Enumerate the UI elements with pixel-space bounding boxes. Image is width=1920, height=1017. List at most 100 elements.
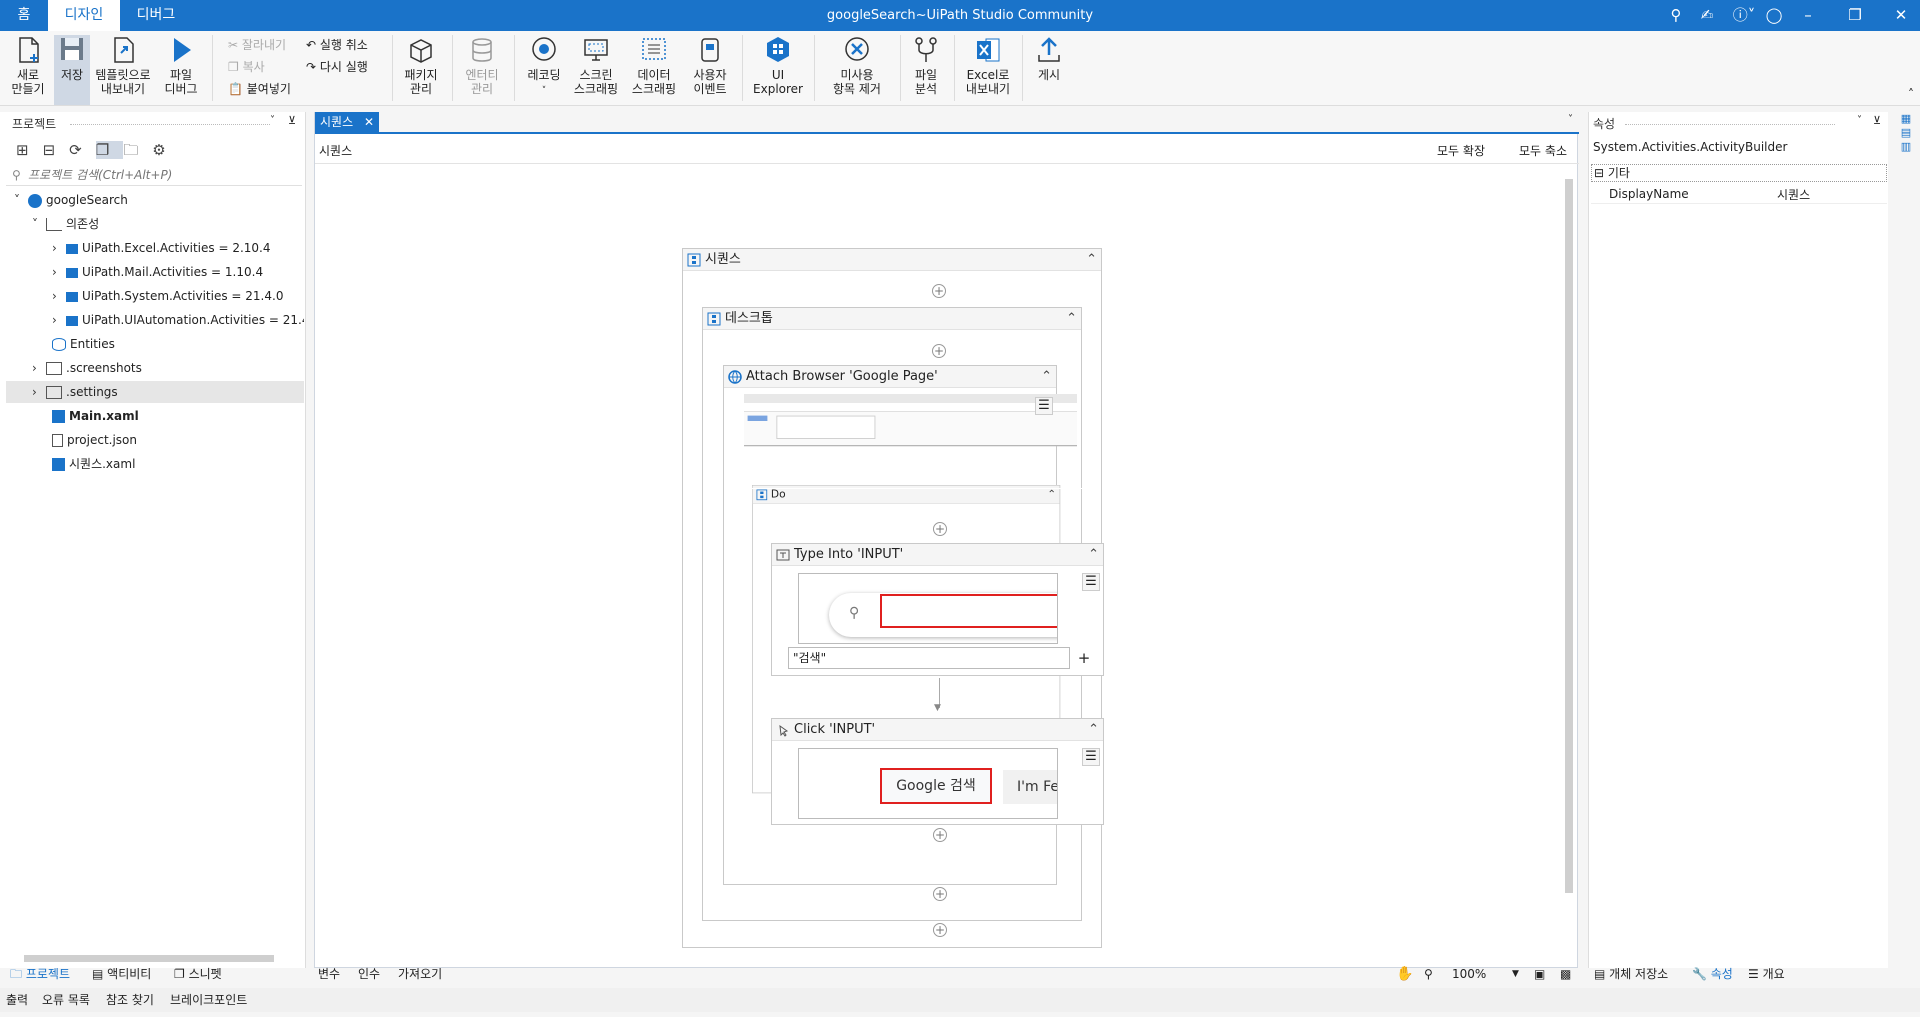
tab-object-repository[interactable]: ▤ 개체 저장소 <box>1594 962 1668 986</box>
options-menu-icon[interactable]: ☰ <box>1082 748 1100 766</box>
side-panel-icon[interactable]: ▤ <box>1896 126 1916 140</box>
settings-icon[interactable]: ⚙ <box>152 141 179 159</box>
panel-menu-icon[interactable]: ˅ <box>1857 115 1862 126</box>
ribbon-collapse-icon[interactable]: ˄ <box>1908 87 1914 101</box>
tab-outline[interactable]: ☰ 개요 <box>1748 962 1785 986</box>
side-panel-icon[interactable]: ▦ <box>1896 112 1916 126</box>
chevron-down-icon[interactable]: ˅ <box>32 213 46 235</box>
tab-debug[interactable]: 디버그 <box>120 0 192 31</box>
user-events-button[interactable]: 사용자 이벤트 <box>686 35 734 96</box>
tree-item-main[interactable]: Main.xaml <box>52 405 139 427</box>
click-activity[interactable]: Click 'INPUT' ⌃ Google 검색 I'm Fe ☰ <box>771 718 1104 825</box>
tree-root[interactable]: ˅ googleSearch <box>14 189 128 211</box>
close-button[interactable]: ✕ <box>1888 4 1914 26</box>
collapse-icon[interactable]: ⌃ <box>1041 366 1052 388</box>
doc-tab-sequence[interactable]: 시퀀스 ✕ <box>315 112 379 132</box>
folder-icon[interactable]: 🗀 <box>123 141 152 159</box>
save-button[interactable]: 저장 <box>54 35 90 105</box>
chevron-right-icon[interactable]: › <box>52 309 66 331</box>
refresh-icon[interactable]: ⟳ <box>69 141 96 159</box>
ui-explorer-button[interactable]: UI Explorer <box>750 35 806 96</box>
expand-all-button[interactable]: 모두 확장 <box>1437 142 1485 159</box>
collapse-icon[interactable]: ⌃ <box>1086 249 1097 271</box>
remove-unused-button[interactable]: 미사용 항목 제거 <box>820 35 894 96</box>
tree-dep[interactable]: › UiPath.System.Activities = 21.4.0 <box>52 285 283 307</box>
breadcrumb[interactable]: 시퀀스 <box>319 142 352 159</box>
vertical-scrollbar[interactable] <box>1563 165 1575 963</box>
property-row[interactable]: DisplayName 시퀀스 <box>1591 184 1887 204</box>
project-search[interactable]: ⚲ <box>6 166 302 186</box>
expand-icon[interactable]: ⊞ <box>16 141 43 159</box>
chevron-right-icon[interactable]: › <box>32 357 46 379</box>
tree-item-entities[interactable]: Entities <box>52 333 115 355</box>
add-activity-icon[interactable]: + <box>932 284 946 298</box>
minimize-button[interactable]: – <box>1795 4 1821 26</box>
tab-properties[interactable]: 🔧 속성 <box>1692 962 1733 986</box>
add-activity-icon[interactable]: + <box>933 887 947 901</box>
tree-item-screenshots[interactable]: › .screenshots <box>32 357 142 379</box>
restore-button[interactable]: ❐ <box>1842 4 1868 26</box>
overview-icon[interactable]: ▩ <box>1560 962 1571 986</box>
close-icon[interactable]: ✕ <box>364 112 374 132</box>
scrollbar-thumb[interactable] <box>1565 179 1573 893</box>
plus-icon[interactable]: + <box>1075 649 1093 667</box>
zoom-icon[interactable]: ⚲ <box>1424 962 1433 986</box>
add-activity-icon[interactable]: + <box>932 344 946 358</box>
undo-button[interactable]: ↶ 실행 취소 <box>306 35 368 55</box>
type-into-activity[interactable]: Type Into 'INPUT' ⌃ ⚲ ☰ "검색" + <box>771 543 1104 676</box>
zoom-level[interactable]: 100% <box>1452 962 1486 986</box>
help-icon[interactable]: ⓘ˅ <box>1727 4 1761 26</box>
export-excel-button[interactable]: Excel로 내보내기 <box>960 35 1016 96</box>
recording-button[interactable]: 레코딩 ˅ <box>520 35 568 98</box>
data-scraping-button[interactable]: 데이터 스크래핑 <box>628 35 680 96</box>
chevron-down-icon[interactable]: ˅ <box>14 189 28 211</box>
tree-dep[interactable]: › UiPath.Excel.Activities = 2.10.4 <box>52 237 271 259</box>
property-value[interactable]: 시퀀스 <box>1777 186 1810 203</box>
show-files-icon[interactable]: ❐ <box>95 141 124 159</box>
tab-find-references[interactable]: 참조 찾기 <box>106 988 154 1012</box>
file-analysis-button[interactable]: 파일 분석 <box>906 35 946 96</box>
collapse-icon[interactable]: ⌃ <box>1088 544 1099 566</box>
hand-icon[interactable]: ✋ <box>1396 962 1413 986</box>
type-into-header[interactable]: Type Into 'INPUT' ⌃ <box>772 544 1103 566</box>
tree-item-settings[interactable]: › .settings <box>6 381 304 403</box>
redo-button[interactable]: ↷ 다시 실행 <box>306 57 368 77</box>
chevron-right-icon[interactable]: › <box>32 381 46 403</box>
tree-item-sequence[interactable]: 시퀀스.xaml <box>52 453 135 475</box>
tab-breakpoints[interactable]: 브레이크포인트 <box>170 988 247 1012</box>
project-search-input[interactable] <box>28 166 288 184</box>
tab-arguments[interactable]: 인수 <box>358 962 380 986</box>
feedback-icon[interactable]: ✍ <box>1694 4 1720 26</box>
account-icon[interactable]: ◯ <box>1761 4 1787 26</box>
chevron-right-icon[interactable]: › <box>52 261 66 283</box>
attach-browser-header[interactable]: Attach Browser 'Google Page' ⌃ <box>724 366 1056 388</box>
search-icon[interactable]: ⚲ <box>1663 4 1689 26</box>
collapse-all-button[interactable]: 모두 축소 <box>1519 142 1567 159</box>
tab-design[interactable]: 디자인 <box>48 0 120 31</box>
tab-variables[interactable]: 변수 <box>318 962 340 986</box>
chevron-right-icon[interactable]: › <box>52 285 66 307</box>
collapse-box-icon[interactable]: ⊟ <box>1594 166 1608 180</box>
panel-menu-icon[interactable]: ˅ <box>270 115 275 126</box>
paste-button[interactable]: 📋 붙여넣기 <box>228 79 291 99</box>
add-activity-icon[interactable]: + <box>933 923 947 937</box>
sequence-header[interactable]: 시퀀스 ⌃ <box>683 249 1101 271</box>
add-activity-icon[interactable]: + <box>933 522 947 536</box>
tree-dep[interactable]: › UiPath.Mail.Activities = 1.10.4 <box>52 261 263 283</box>
tree-dep[interactable]: › UiPath.UIAutomation.Activities = 21.4.3 <box>52 309 304 331</box>
side-panel-icon[interactable]: ▥ <box>1896 140 1916 154</box>
cut-button[interactable]: ✂ 잘라내기 <box>228 35 286 55</box>
chevron-down-icon[interactable]: ˅ <box>1568 114 1573 125</box>
new-button[interactable]: 새로 만들기 <box>6 35 50 96</box>
tab-home[interactable]: 홈 <box>0 0 48 31</box>
pin-icon[interactable]: ⊻ <box>1873 114 1881 127</box>
tab-snippets[interactable]: ❐ 스니펫 <box>174 962 222 986</box>
copy-button[interactable]: ❐ 복사 <box>228 57 265 77</box>
add-activity-icon[interactable]: + <box>933 828 947 842</box>
publish-button[interactable]: 게시 <box>1030 35 1068 82</box>
collapse-icon[interactable]: ⌃ <box>1066 308 1077 330</box>
click-header[interactable]: Click 'INPUT' ⌃ <box>772 719 1103 741</box>
tab-imports[interactable]: 가져오기 <box>398 962 442 986</box>
zoom-dropdown-icon[interactable]: ▼ <box>1512 962 1519 986</box>
manage-packages-button[interactable]: 패키지 관리 <box>398 35 444 96</box>
